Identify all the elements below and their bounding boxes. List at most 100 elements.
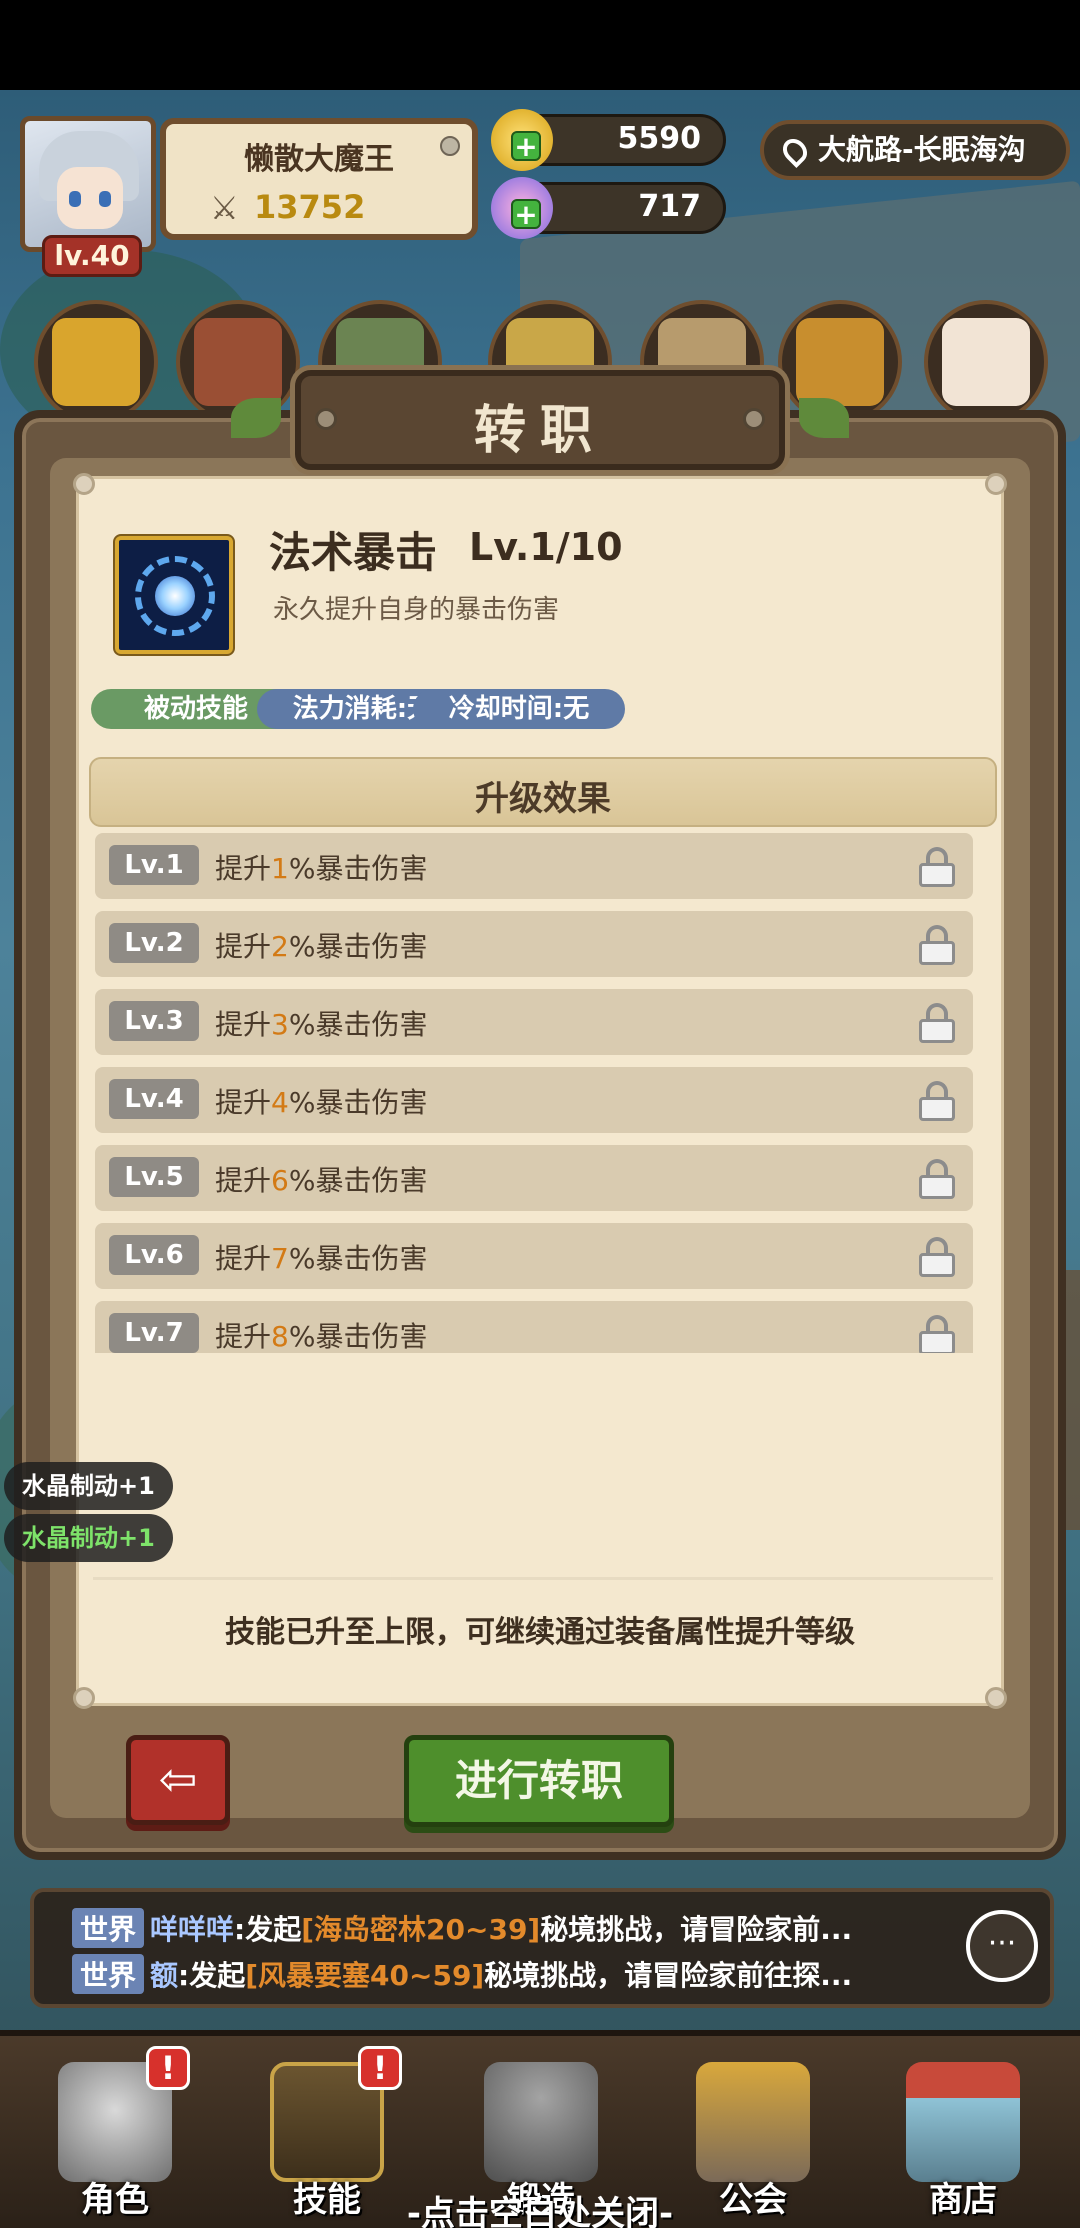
effect-row: Lv.4 提升4%暴击伤害 [95,1067,973,1133]
pin-icon [985,1687,1007,1709]
effect-level-badge: Lv.5 [109,1157,199,1197]
effect-description: 提升7%暴击伤害 [215,1237,427,1277]
effect-value: 6 [271,1164,289,1197]
settings-gear-icon [440,136,460,156]
effect-value: 1 [271,852,289,885]
welfare-shortcut[interactable] [34,300,158,424]
reward-toast: 水晶制动+1 [4,1514,173,1562]
back-button[interactable]: ⇦ [126,1735,230,1825]
world-chat-panel[interactable]: 世界 咩咩咩:发起[海岛密林20~39]秘境挑战，请冒险家前... 世界 额:发起[… [30,1888,1054,2008]
effect-suffix: %暴击伤害 [288,1242,428,1275]
effect-suffix: %暴击伤害 [288,930,428,963]
chat-message: 世界 咩咩咩:发起[海岛密林20~39]秘境挑战，请冒险家前... [72,1908,852,1948]
crossed-swords-icon: ⚔ [210,189,239,227]
leaf-decoration-icon [231,398,281,438]
effect-level-badge: Lv.4 [109,1079,199,1119]
effect-level-badge: Lv.7 [109,1313,199,1353]
lock-icon [919,1081,955,1121]
effect-prefix: 提升 [215,1008,272,1041]
ranking-board-icon [194,318,282,406]
job-transfer-button[interactable]: 进行转职 [404,1735,674,1827]
lock-icon [919,925,955,965]
chat-place-link[interactable]: [风暴要塞40~59] [245,1959,484,1992]
player-avatar[interactable]: lv.40 [14,110,164,280]
effect-description: 提升6%暴击伤害 [215,1159,427,1199]
effect-prefix: 提升 [215,1164,272,1197]
skill-description: 永久提升自身的暴击伤害 [273,595,560,625]
effect-value: 7 [271,1242,289,1275]
guild-banner-icon [696,2062,810,2182]
location-indicator[interactable]: 大航路-长眠海沟 [760,120,1070,180]
effect-level-badge: Lv.1 [109,845,199,885]
effect-value: 3 [271,1008,289,1041]
alert-badge: ! [146,2046,190,2090]
effect-value: 8 [271,1320,289,1353]
player-name: 懒散大魔王 [244,142,394,177]
effect-suffix: %暴击伤害 [288,1320,428,1353]
effect-description: 提升4%暴击伤害 [215,1081,427,1121]
effect-prefix: 提升 [215,852,272,885]
pin-icon [73,473,95,495]
lucky-cat-shortcut[interactable] [924,300,1048,424]
effect-row: Lv.5 提升6%暴击伤害 [95,1145,973,1211]
treasure-chest-icon [52,318,140,406]
pin-icon [73,1687,95,1709]
lucky-cat-icon [942,318,1030,406]
max-level-note: 技能已升至上限，可继续通过装备属性提升等级 [225,1615,855,1650]
dialog-title: 转职 [473,401,606,461]
chat-channel: 世界 [72,1908,145,1948]
effect-level-badge: Lv.2 [109,923,199,963]
chat-place-link[interactable]: [海岛密林20~39] [301,1913,540,1946]
effect-description: 提升2%暴击伤害 [215,925,427,965]
effect-suffix: %暴击伤害 [288,1008,428,1041]
treasure-pile-icon [796,318,884,406]
chat-text: 秘境挑战，请冒险家前... [540,1913,853,1946]
toast-text: 水晶制动+1 [22,1472,155,1500]
pin-icon [985,473,1007,495]
upgrade-effects-title: 升级效果 [475,779,611,819]
chat-sender: 咩咩咩 [150,1913,235,1946]
gem-icon: + [491,177,553,239]
gold-value: 5590 [617,121,702,156]
upgrade-effects-list[interactable]: Lv.1 提升1%暴击伤害 Lv.2 提升2%暴击伤害 Lv.3 提升3%暴击伤害 Lv.4… [95,833,991,1353]
player-info-plate[interactable]: 懒散大魔王 ⚔ 13752 [160,118,478,240]
tag-cooldown: 冷却时间:无 [413,689,625,729]
lock-icon [919,1315,955,1353]
effect-value: 4 [271,1086,289,1119]
upgrade-effects-header: 升级效果 [89,757,997,827]
player-level-badge: lv.40 [42,235,142,277]
add-gold-icon[interactable]: + [511,131,541,161]
chat-bubble-icon[interactable]: ··· [966,1910,1038,1982]
effect-row: Lv.6 提升7%暴击伤害 [95,1223,973,1289]
effect-row: Lv.3 提升3%暴击伤害 [95,989,973,1055]
lock-icon [919,847,955,887]
effect-suffix: %暴击伤害 [288,852,428,885]
divider [93,1577,993,1580]
effect-row: Lv.2 提升2%暴击伤害 [95,911,973,977]
effect-suffix: %暴击伤害 [288,1086,428,1119]
gold-resource-bar[interactable]: + 5590 [491,109,726,171]
skill-name: 法术暴击 [269,528,438,577]
gem-value: 717 [638,189,701,224]
avatar-portrait [20,116,156,252]
gem-resource-bar[interactable]: + 717 [491,177,726,239]
skill-card: 法术暴击 Lv.1/10 永久提升自身的暴击伤害 被动技能 法力消耗:无 冷却时… [73,473,1007,1709]
spell-crit-skill-icon [115,536,233,654]
chat-action: :发起 [234,1913,302,1946]
gold-coin-icon: + [491,109,553,171]
shop-stall-icon [906,2062,1020,2182]
toast-text: 水晶制动+1 [22,1524,155,1552]
chat-sender: 额 [150,1959,179,1992]
effect-row: Lv.7 提升8%暴击伤害 [95,1301,973,1353]
chat-message: 世界 额:发起[风暴要塞40~59]秘境挑战，请冒险家前往探... [72,1954,852,1994]
skill-level: Lv.1/10 [469,525,623,569]
effect-suffix: %暴击伤害 [288,1164,428,1197]
add-gem-icon[interactable]: + [511,199,541,229]
effect-prefix: 提升 [215,1242,272,1275]
effect-level-badge: Lv.6 [109,1235,199,1275]
lock-icon [919,1159,955,1199]
close-hint: -点击空白处关闭- [406,2194,674,2228]
anvil-forge-icon [484,2062,598,2182]
effect-value: 2 [271,930,289,963]
exit-arrow-icon: ⇦ [158,1752,198,1806]
